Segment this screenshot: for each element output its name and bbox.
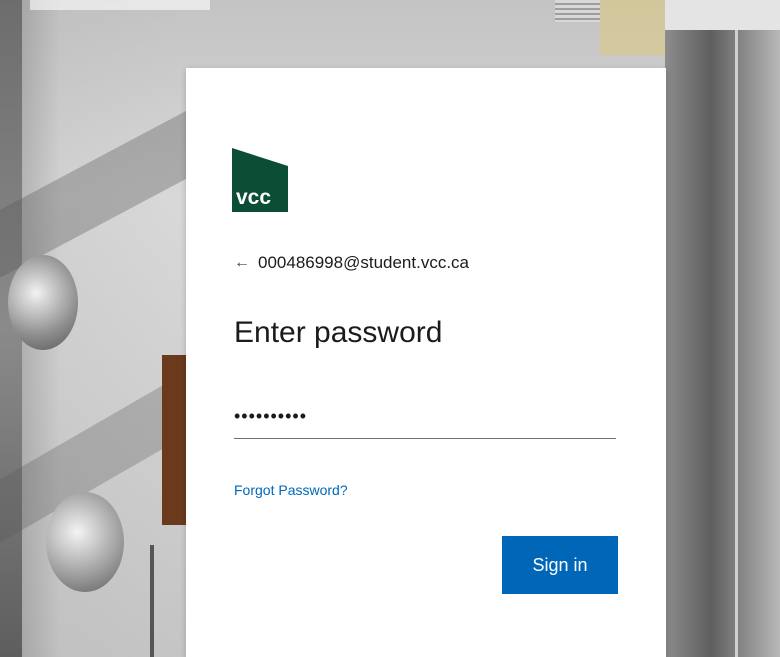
vcc-logo: vcc	[232, 148, 288, 212]
background-mirror-dome	[46, 492, 124, 592]
svg-text:vcc: vcc	[236, 186, 271, 209]
sign-in-page: vcc ← 000486998@student.vcc.ca Enter pas…	[0, 0, 780, 657]
background-door	[162, 355, 188, 525]
vcc-logo-graphic: vcc	[232, 148, 288, 212]
login-card: vcc ← 000486998@student.vcc.ca Enter pas…	[186, 68, 666, 657]
background-light-stripe	[30, 0, 210, 10]
background-glass-wall	[665, 30, 780, 657]
forgot-password-link[interactable]: Forgot Password?	[234, 482, 348, 498]
password-input[interactable]	[234, 394, 616, 439]
account-email: 000486998@student.vcc.ca	[258, 253, 470, 272]
background-rail	[150, 545, 154, 657]
background-mirror-dome	[8, 255, 78, 350]
background-wall-panel	[600, 0, 665, 55]
page-title: Enter password	[234, 316, 443, 349]
arrow-left-icon[interactable]: ←	[234, 254, 250, 272]
background-vent	[555, 0, 600, 22]
account-identity: ← 000486998@student.vcc.ca	[234, 253, 469, 273]
background-ceiling	[665, 0, 780, 30]
sign-in-button[interactable]: Sign in	[502, 536, 618, 594]
